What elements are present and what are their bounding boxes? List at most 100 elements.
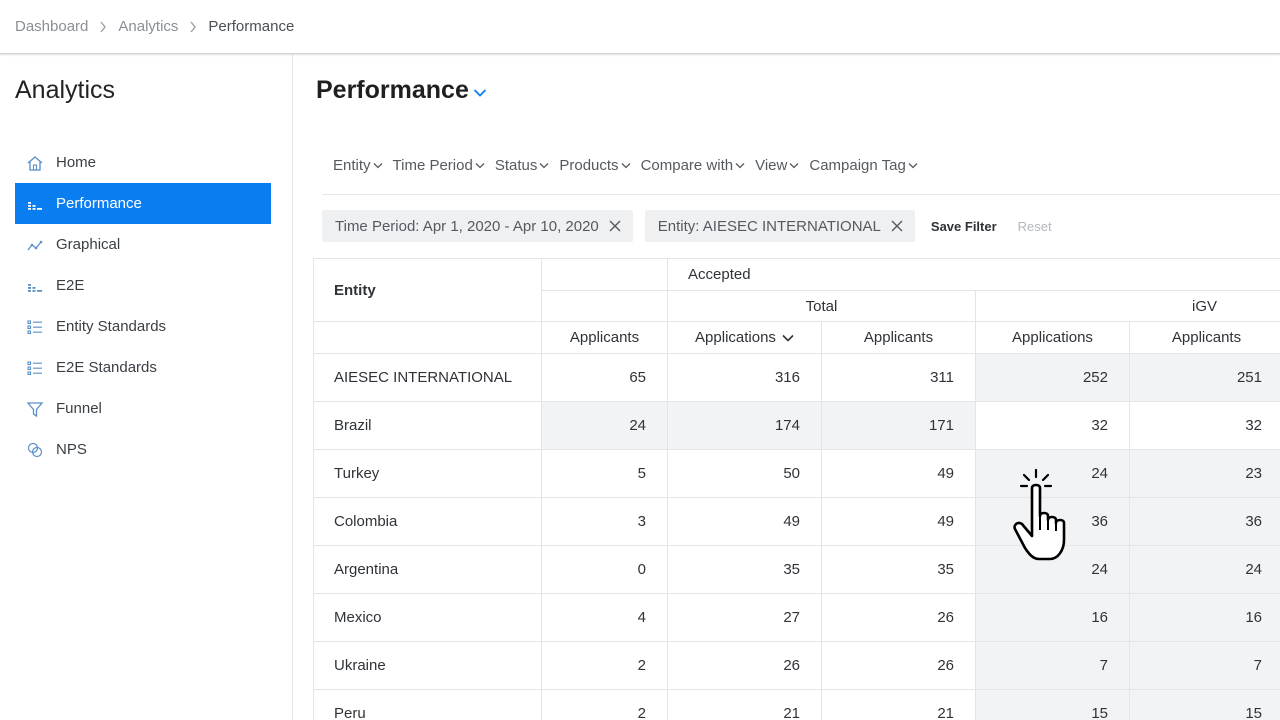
group-header-accepted: Accepted [666, 258, 1280, 291]
filter-products[interactable]: Products [559, 157, 631, 174]
chevron-down-icon [908, 162, 918, 169]
breadcrumb-dashboard[interactable]: Dashboard [15, 18, 88, 35]
table-row[interactable]: Turkey 5 50 49 24 23 [313, 449, 1280, 498]
entity-cell[interactable]: Argentina [313, 545, 542, 594]
chevron-right-icon [99, 21, 107, 33]
value-cell: 35 [821, 545, 976, 594]
value-cell: 2 [541, 689, 668, 720]
entity-cell[interactable]: Brazil [313, 401, 542, 450]
list-icon [25, 358, 45, 378]
bars-icon [25, 194, 45, 214]
value-cell: 311 [821, 353, 976, 402]
sidebar-nav: Home Performance Graphical E2E Entity St… [15, 142, 271, 470]
filter-campaign-tag[interactable]: Campaign Tag [809, 157, 918, 174]
column-header-applications-sorted[interactable]: Applications [667, 321, 822, 354]
value-cell: 35 [667, 545, 822, 594]
value-cell: 4 [541, 593, 668, 642]
entity-cell[interactable]: Ukraine [313, 641, 542, 690]
filter-status[interactable]: Status [495, 157, 550, 174]
column-header-applicants[interactable]: Applicants [1129, 321, 1280, 354]
entity-cell[interactable]: Turkey [313, 449, 542, 498]
sidebar-item-entity-standards[interactable]: Entity Standards [15, 306, 271, 347]
sidebar-item-nps[interactable]: NPS [15, 429, 271, 470]
chevron-down-icon [621, 162, 631, 169]
chevron-down-icon [735, 162, 745, 169]
entity-cell[interactable]: Colombia [313, 497, 542, 546]
subgroup-header-igv: iGV [974, 290, 1280, 322]
value-cell: 24 [541, 401, 668, 450]
close-icon[interactable] [609, 220, 621, 232]
value-cell: 49 [821, 449, 976, 498]
sidebar-title: Analytics [15, 76, 116, 104]
sidebar-item-label: E2E Standards [56, 359, 157, 376]
column-header-applicants[interactable]: Applicants [541, 321, 668, 354]
filter-compare-with[interactable]: Compare with [641, 157, 746, 174]
table-row[interactable]: Ukraine 2 26 26 7 7 [313, 641, 1280, 690]
chevron-down-icon [782, 334, 794, 342]
entity-cell[interactable]: Mexico [313, 593, 542, 642]
chip-entity: Entity: AIESEC INTERNATIONAL [644, 210, 915, 242]
filter-label: Time Period [392, 157, 473, 174]
value-cell: 21 [821, 689, 976, 720]
save-filter-button[interactable]: Save Filter [931, 219, 997, 234]
close-icon[interactable] [891, 220, 903, 232]
sidebar-item-performance[interactable]: Performance [15, 183, 271, 224]
sidebar-item-e2e-standards[interactable]: E2E Standards [15, 347, 271, 388]
value-cell: 24 [1129, 545, 1280, 594]
column-header-entity[interactable]: Entity [313, 258, 542, 322]
value-cell: 15 [975, 689, 1130, 720]
value-cell: 49 [667, 497, 822, 546]
value-cell: 2 [541, 641, 668, 690]
header-cell [541, 290, 668, 322]
filter-entity[interactable]: Entity [333, 157, 383, 174]
page-title-dropdown[interactable]: Performance [316, 76, 487, 105]
value-cell: 32 [1129, 401, 1280, 450]
filter-bar: Entity Time Period Status Products Compa… [333, 157, 928, 174]
table-row[interactable]: AIESEC INTERNATIONAL 65 316 311 252 251 [313, 353, 1280, 402]
value-cell: 26 [821, 593, 976, 642]
table-row[interactable]: Mexico 4 27 26 16 16 [313, 593, 1280, 642]
breadcrumb-analytics[interactable]: Analytics [118, 18, 178, 35]
entity-cell[interactable]: AIESEC INTERNATIONAL [313, 353, 542, 402]
value-cell: 7 [975, 641, 1130, 690]
value-cell: 3 [541, 497, 668, 546]
column-header-applications[interactable]: Applications [975, 321, 1130, 354]
sidebar-item-graphical[interactable]: Graphical [15, 224, 271, 265]
sidebar-item-home[interactable]: Home [15, 142, 271, 183]
sidebar-item-funnel[interactable]: Funnel [15, 388, 271, 429]
column-header-label: Applications [695, 329, 776, 346]
table-row[interactable]: Argentina 0 35 35 24 24 [313, 545, 1280, 594]
filter-label: Campaign Tag [809, 157, 906, 174]
value-cell: 174 [667, 401, 822, 450]
value-cell: 32 [975, 401, 1130, 450]
table-row[interactable]: Colombia 3 49 49 36 36 [313, 497, 1280, 546]
entity-cell[interactable]: Peru [313, 689, 542, 720]
reset-button[interactable]: Reset [1018, 219, 1052, 234]
filter-label: Products [559, 157, 619, 174]
sidebar-item-label: E2E [56, 277, 85, 294]
value-cell: 0 [541, 545, 668, 594]
filter-time-period[interactable]: Time Period [393, 157, 485, 174]
column-header-applicants[interactable]: Applicants [821, 321, 976, 354]
sidebar-item-label: Graphical [56, 236, 121, 253]
list-icon [25, 317, 45, 337]
filter-label: Status [494, 157, 538, 174]
chip-label: Time Period: Apr 1, 2020 - Apr 10, 2020 [335, 217, 599, 235]
funnel-icon [25, 399, 45, 419]
header-cell [313, 321, 542, 354]
filter-view[interactable]: View [755, 157, 799, 174]
value-cell: 15 [1129, 689, 1280, 720]
table-row[interactable]: Peru 2 21 21 15 15 [313, 689, 1280, 720]
chevron-down-icon [789, 162, 799, 169]
sidebar: Analytics Home Performance Graphical E2E [0, 54, 293, 720]
value-cell: 23 [1129, 449, 1280, 498]
filter-label: Compare with [640, 157, 734, 174]
sidebar-item-label: NPS [56, 441, 87, 458]
chip-time-period: Time Period: Apr 1, 2020 - Apr 10, 2020 [322, 210, 633, 242]
value-cell: 36 [1129, 497, 1280, 546]
table-row[interactable]: Brazil 24 174 171 32 32 [313, 401, 1280, 450]
sidebar-item-e2e[interactable]: E2E [15, 265, 271, 306]
chevron-down-icon [539, 162, 549, 169]
line-chart-icon [25, 235, 45, 255]
sidebar-item-label: Performance [56, 195, 142, 212]
